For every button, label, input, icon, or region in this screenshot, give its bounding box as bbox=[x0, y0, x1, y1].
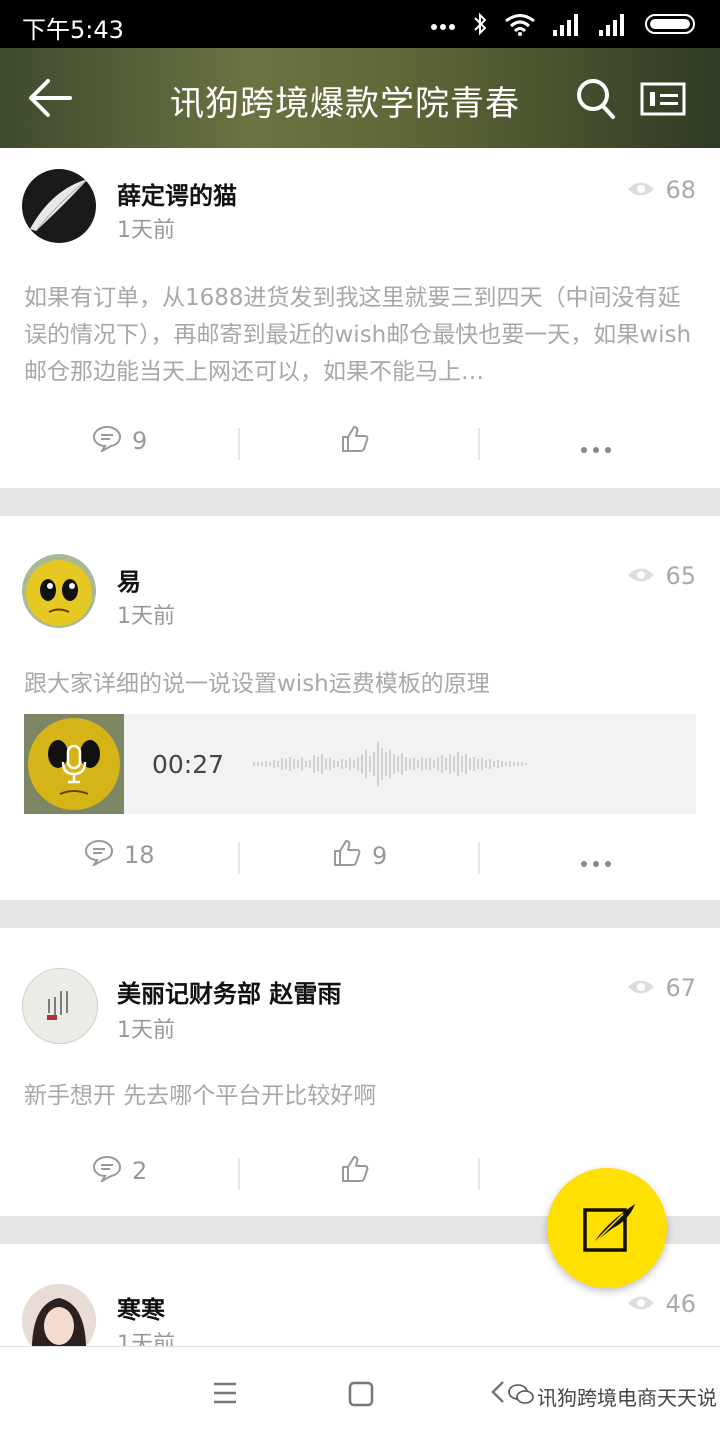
thumbs-up-icon bbox=[340, 1154, 370, 1190]
post-actions: 18 9 bbox=[0, 838, 720, 878]
action-divider bbox=[478, 842, 480, 874]
eye-icon bbox=[627, 176, 655, 204]
post-actions: 9 bbox=[0, 424, 720, 464]
more-dots-icon bbox=[430, 17, 456, 36]
status-icons bbox=[430, 12, 698, 40]
page-title: 讯狗跨境爆款学院青春 bbox=[170, 84, 520, 124]
signal-icon bbox=[552, 12, 582, 40]
action-divider bbox=[238, 1158, 240, 1190]
action-divider bbox=[478, 1158, 480, 1190]
status-bar: 下午5:43 bbox=[0, 0, 720, 48]
view-count: 67 bbox=[627, 974, 696, 1002]
post-card[interactable]: 易 1天前 65 跟大家详细的说一说设置wish运费模板的原理 00:27 18… bbox=[0, 516, 720, 900]
voice-message[interactable]: 00:27 bbox=[24, 714, 696, 814]
action-divider bbox=[478, 428, 480, 460]
watermark-text: 讯狗跨境电商天天说 bbox=[537, 1386, 717, 1410]
post-time: 1天前 bbox=[117, 1332, 175, 1346]
post-username[interactable]: 美丽记财务部 赵雷雨 bbox=[117, 974, 341, 1009]
view-count-value: 46 bbox=[665, 1290, 696, 1318]
action-divider bbox=[238, 842, 240, 874]
comment-button[interactable]: 18 bbox=[84, 838, 155, 872]
view-count: 46 bbox=[627, 1290, 696, 1318]
back-nav-icon[interactable] bbox=[490, 1379, 506, 1409]
compose-quill-icon bbox=[583, 1202, 639, 1256]
comment-button[interactable]: 9 bbox=[92, 424, 147, 458]
like-count: 9 bbox=[372, 842, 388, 870]
menu-icon[interactable] bbox=[212, 1381, 238, 1409]
search-icon[interactable] bbox=[576, 78, 616, 124]
avatar[interactable] bbox=[22, 554, 96, 628]
avatar[interactable] bbox=[22, 968, 98, 1044]
comment-button[interactable]: 2 bbox=[92, 1154, 147, 1188]
view-count-value: 67 bbox=[665, 974, 696, 1002]
view-count: 65 bbox=[627, 562, 696, 590]
thumbs-up-icon bbox=[340, 424, 370, 460]
bluetooth-icon bbox=[472, 12, 488, 40]
like-button[interactable] bbox=[340, 424, 380, 460]
action-divider bbox=[238, 428, 240, 460]
system-nav-bar: 讯狗跨境电商天天说 bbox=[0, 1346, 720, 1441]
waveform-icon bbox=[252, 740, 532, 792]
compose-button[interactable] bbox=[547, 1168, 667, 1288]
view-count-value: 68 bbox=[665, 176, 696, 204]
eye-icon bbox=[627, 974, 655, 1002]
post-text[interactable]: 如果有订单，从1688进货发到我这里就要三到四天（中间没有延误的情况下），再邮寄… bbox=[24, 280, 696, 391]
eye-icon bbox=[627, 1290, 655, 1318]
more-icon bbox=[580, 846, 612, 874]
post-text[interactable]: 跟大家详细的说一说设置wish运费模板的原理 bbox=[24, 666, 696, 703]
post-time: 1天前 bbox=[117, 218, 175, 243]
microphone-icon bbox=[60, 744, 88, 788]
app-header: 讯狗跨境爆款学院青春 bbox=[0, 48, 720, 148]
battery-icon bbox=[644, 12, 698, 40]
post-text[interactable]: 新手想开 先去哪个平台开比较好啊 bbox=[24, 1078, 696, 1115]
comment-icon bbox=[84, 838, 114, 872]
like-button[interactable]: 9 bbox=[332, 838, 387, 874]
comment-icon bbox=[92, 1154, 122, 1188]
profile-card-icon[interactable] bbox=[640, 82, 686, 120]
like-button[interactable] bbox=[340, 1154, 380, 1190]
eye-icon bbox=[627, 562, 655, 590]
wifi-icon bbox=[504, 12, 536, 40]
more-button[interactable] bbox=[580, 432, 612, 460]
voice-duration: 00:27 bbox=[152, 750, 225, 779]
thumbs-up-icon bbox=[332, 838, 362, 874]
signal-icon-2 bbox=[598, 12, 628, 40]
comment-icon bbox=[92, 424, 122, 458]
comment-count: 2 bbox=[132, 1157, 148, 1185]
view-count: 68 bbox=[627, 176, 696, 204]
more-button[interactable] bbox=[580, 846, 612, 874]
view-count-value: 65 bbox=[665, 562, 696, 590]
post-time: 1天前 bbox=[117, 1018, 175, 1043]
avatar[interactable] bbox=[22, 1284, 96, 1346]
comment-count: 18 bbox=[124, 841, 155, 869]
post-time: 1天前 bbox=[117, 604, 175, 629]
post-username[interactable]: 薛定谔的猫 bbox=[117, 176, 237, 211]
home-icon[interactable] bbox=[348, 1381, 374, 1411]
wechat-icon bbox=[508, 1383, 534, 1409]
avatar[interactable] bbox=[22, 169, 96, 243]
more-icon bbox=[580, 432, 612, 460]
status-time: 下午5:43 bbox=[22, 16, 124, 44]
post-card[interactable]: 薛定谔的猫 1天前 68 如果有订单，从1688进货发到我这里就要三到四天（中间… bbox=[0, 148, 720, 488]
post-username[interactable]: 寒寒 bbox=[117, 1290, 165, 1325]
comment-count: 9 bbox=[132, 427, 148, 455]
post-username[interactable]: 易 bbox=[117, 562, 141, 597]
back-arrow-icon[interactable] bbox=[26, 76, 74, 124]
